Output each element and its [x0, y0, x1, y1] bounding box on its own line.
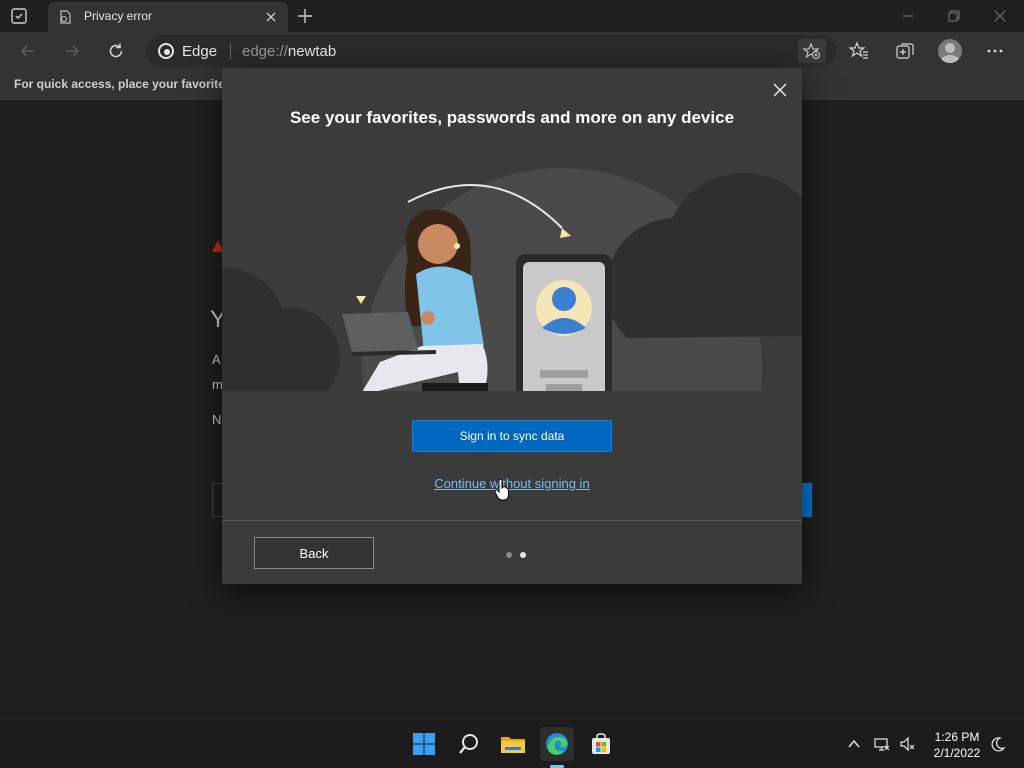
tab-actions-icon[interactable]	[10, 7, 28, 25]
close-icon[interactable]	[770, 80, 790, 100]
page-dot	[506, 552, 512, 558]
restore-icon[interactable]	[944, 6, 964, 26]
clock-time: 1:26 PM	[934, 730, 980, 744]
clock-date: 2/1/2022	[933, 746, 981, 760]
back-button[interactable]: Back	[254, 537, 374, 569]
forward-arrow-icon[interactable]	[62, 41, 82, 61]
sync-signin-dialog: See your favorites, passwords and more o…	[222, 68, 802, 584]
start-icon	[413, 733, 435, 755]
minimize-icon[interactable]	[898, 6, 918, 26]
dialog-title: See your favorites, passwords and more o…	[289, 108, 735, 127]
back-arrow-icon[interactable]	[18, 41, 38, 61]
toolbar: Edge edge://newtab	[0, 32, 1024, 70]
edge-taskbar-button[interactable]	[540, 727, 574, 761]
star-add-icon	[803, 42, 820, 59]
url-scheme: edge://	[242, 43, 288, 60]
close-window-icon[interactable]	[990, 6, 1010, 26]
tab-privacy-error[interactable]: Privacy error	[48, 2, 288, 32]
dialog-divider	[222, 520, 802, 521]
more-options-icon[interactable]	[984, 40, 1006, 62]
sign-in-sync-button[interactable]: Sign in to sync data	[412, 420, 612, 452]
store-button[interactable]	[584, 727, 618, 761]
taskbar-search-button[interactable]	[452, 727, 486, 761]
site-identity-label: Edge	[182, 43, 218, 60]
edge-logo-icon	[158, 43, 174, 59]
profile-avatar[interactable]	[938, 39, 962, 63]
collections-icon[interactable]	[894, 40, 916, 62]
start-button[interactable]	[407, 727, 441, 761]
search-icon	[459, 734, 478, 754]
tab-title: Privacy error	[84, 9, 153, 23]
error-text-line: A	[212, 352, 221, 367]
system-clock[interactable]: 1:26 PM 2/1/2022	[924, 729, 990, 761]
hand-cursor-icon	[494, 478, 509, 501]
taskbar: 1:26 PM 2/1/2022	[0, 718, 1024, 768]
refresh-icon[interactable]	[106, 41, 126, 61]
focus-moon-icon[interactable]	[990, 736, 1006, 752]
url-text: edge://newtab	[242, 43, 336, 60]
add-favorite-button[interactable]	[798, 39, 826, 63]
volume-muted-icon[interactable]	[900, 736, 916, 752]
file-explorer-button[interactable]	[496, 727, 530, 761]
network-icon[interactable]	[874, 736, 890, 752]
sync-illustration	[222, 168, 802, 392]
continue-without-signin-link[interactable]: Continue without signing in	[222, 476, 802, 491]
favorites-icon[interactable]	[848, 40, 870, 62]
address-separator	[230, 43, 231, 59]
file-explorer-icon	[501, 737, 525, 753]
title-bar: Privacy error	[0, 0, 1024, 32]
error-text-line: N	[212, 412, 222, 427]
favorites-bar-hint: For quick access, place your favorites h	[14, 77, 243, 91]
document-warning-icon	[60, 10, 71, 24]
page-indicator	[506, 552, 526, 558]
store-icon	[592, 733, 610, 754]
chevron-up-icon[interactable]	[846, 736, 862, 752]
edge-icon	[546, 733, 568, 755]
address-bar[interactable]: Edge edge://newtab	[146, 35, 836, 67]
url-host: newtab	[287, 43, 337, 60]
person-icon	[941, 43, 959, 63]
page-dot-active	[520, 552, 526, 558]
new-tab-icon[interactable]	[296, 7, 314, 25]
tab-close-icon[interactable]	[264, 10, 278, 24]
